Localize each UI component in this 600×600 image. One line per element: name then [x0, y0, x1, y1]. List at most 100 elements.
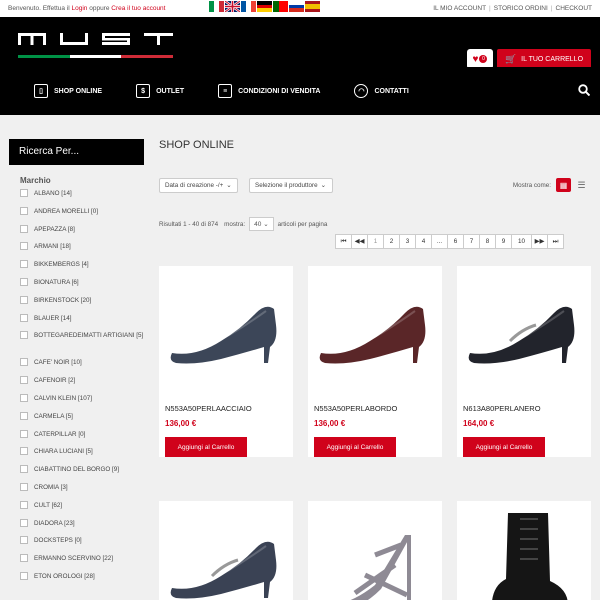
- my-account-link[interactable]: IL MIO ACCOUNT: [433, 5, 486, 12]
- italian-flag-icon[interactable]: [209, 1, 224, 12]
- brand-checkbox[interactable]: [20, 482, 28, 491]
- brand-checkbox[interactable]: [20, 224, 28, 233]
- brand-checkbox[interactable]: [20, 536, 28, 545]
- spanish-flag-icon[interactable]: [305, 1, 320, 12]
- brand-filter-item[interactable]: DIADORA [23]: [9, 518, 144, 537]
- producer-select[interactable]: Selezione il produttore ⌄: [249, 178, 333, 193]
- pagination-nav-button[interactable]: ▶▶: [531, 234, 548, 249]
- product-card[interactable]: [457, 501, 591, 600]
- product-image[interactable]: [457, 501, 591, 600]
- brand-filter-item[interactable]: DOCKSTEPS [0]: [9, 536, 144, 554]
- brand-checkbox[interactable]: [20, 206, 28, 215]
- main-nav: ▯ SHOP ONLINE $ OUTLET ≡ CONDIZIONI DI V…: [0, 67, 600, 115]
- brand-checkbox[interactable]: [20, 393, 28, 402]
- product-name[interactable]: N613A80PERLANERO: [463, 404, 591, 413]
- must-logo[interactable]: [18, 32, 174, 58]
- brand-checkbox[interactable]: [20, 554, 28, 563]
- brand-filter-item[interactable]: BIKKEMBERGS [4]: [9, 260, 144, 278]
- add-to-cart-button[interactable]: Aggiungi al Carrello: [463, 437, 545, 457]
- grid-view-icon[interactable]: ▦: [556, 178, 571, 192]
- sort-select[interactable]: Data di creazione -/+ ⌄: [159, 178, 238, 193]
- add-to-cart-button[interactable]: Aggiungi al Carrello: [314, 437, 396, 457]
- pagination-page[interactable]: 4: [415, 234, 432, 249]
- nav-contacts[interactable]: ◠ CONTATTI: [354, 84, 409, 98]
- brand-filter-item[interactable]: ARMANI [18]: [9, 242, 144, 260]
- brand-checkbox[interactable]: [20, 313, 28, 322]
- nav-outlet[interactable]: $ OUTLET: [136, 84, 184, 98]
- brand-filter-item[interactable]: APEPAZZA [8]: [9, 224, 144, 243]
- german-flag-icon[interactable]: [257, 1, 272, 13]
- brand-filter-item[interactable]: CULT [62]: [9, 500, 144, 519]
- brand-filter-item[interactable]: BOTTEGAREDEIMATTI ARTIGIANI [5]: [9, 331, 144, 358]
- product-image[interactable]: [457, 266, 591, 394]
- brand-filter-item[interactable]: ETON OROLOGI [28]: [9, 571, 144, 590]
- pagination-page[interactable]: 10: [511, 234, 532, 249]
- wishlist-button[interactable]: ♥ 0: [467, 49, 493, 69]
- brand-checkbox[interactable]: [20, 189, 28, 197]
- brand-checkbox[interactable]: [20, 500, 28, 509]
- brand-checkbox[interactable]: [20, 295, 28, 304]
- nav-shop-online[interactable]: ▯ SHOP ONLINE: [34, 84, 102, 98]
- order-history-link[interactable]: STORICO ORDINI: [494, 5, 548, 12]
- pagination-page[interactable]: 7: [463, 234, 480, 249]
- brand-checkbox[interactable]: [20, 429, 28, 438]
- product-card[interactable]: N553A50PERLABORDO 136,00 € Aggiungi al Car…: [308, 266, 442, 457]
- brand-filter-item[interactable]: CROMIA [3]: [9, 482, 144, 501]
- pagination-nav-button[interactable]: ◀◀: [351, 234, 368, 249]
- brand-filter-item[interactable]: BIONATURA [6]: [9, 277, 144, 296]
- product-card[interactable]: [159, 501, 293, 600]
- list-view-icon[interactable]: ☰: [574, 178, 589, 192]
- pagination-page[interactable]: 2: [383, 234, 400, 249]
- pagination-nav-button[interactable]: ⏭: [547, 234, 564, 249]
- portuguese-flag-icon[interactable]: [273, 1, 288, 12]
- brand-checkbox[interactable]: [20, 447, 28, 456]
- brand-filter-item[interactable]: BIRKENSTOCK [20]: [9, 295, 144, 314]
- brand-filter-item[interactable]: CIABATTINO DEL BORGO [9]: [9, 465, 144, 483]
- pagination-page[interactable]: 6: [447, 234, 464, 249]
- brand-filter-item[interactable]: ANDREA MORELLI [0]: [9, 206, 144, 225]
- brand-filter-item[interactable]: CALVIN KLEIN [107]: [9, 393, 144, 412]
- brand-checkbox[interactable]: [20, 358, 28, 367]
- brand-checkbox[interactable]: [20, 260, 28, 269]
- brand-filter-item[interactable]: ERMANNO SCERVINO [22]: [9, 554, 144, 572]
- brand-checkbox[interactable]: [20, 571, 28, 580]
- brand-filter-item[interactable]: CARMELA [5]: [9, 411, 144, 430]
- pagination-nav-button[interactable]: ⏮: [335, 234, 352, 249]
- nav-conditions[interactable]: ≡ CONDIZIONI DI VENDITA: [218, 84, 320, 98]
- product-card[interactable]: N553A50PERLAACCIAIO 136,00 € Aggiungi al C…: [159, 266, 293, 457]
- login-link[interactable]: Login: [72, 5, 88, 12]
- product-image[interactable]: [159, 266, 293, 394]
- brand-checkbox[interactable]: [20, 518, 28, 527]
- brand-checkbox[interactable]: [20, 465, 28, 474]
- product-card[interactable]: [308, 501, 442, 600]
- brand-filter-item[interactable]: CHIARA LUCIANI [5]: [9, 447, 144, 465]
- add-to-cart-button[interactable]: Aggiungi al Carrello: [165, 437, 247, 457]
- per-page-select[interactable]: 40 ⌄: [249, 217, 274, 231]
- brand-filter-item[interactable]: CAFENOIR [2]: [9, 376, 144, 394]
- russian-flag-icon[interactable]: [289, 1, 304, 13]
- brand-checkbox[interactable]: [20, 376, 28, 385]
- brand-checkbox[interactable]: [20, 277, 28, 286]
- french-flag-icon[interactable]: [241, 1, 256, 12]
- register-link[interactable]: Crea il tuo account: [111, 5, 165, 12]
- pagination-page[interactable]: 9: [495, 234, 512, 249]
- brand-checkbox[interactable]: [20, 411, 28, 420]
- product-name[interactable]: N553A50PERLABORDO: [314, 404, 442, 413]
- search-icon[interactable]: [578, 84, 591, 99]
- checkout-link[interactable]: CHECKOUT: [556, 5, 592, 12]
- brand-checkbox[interactable]: [20, 331, 28, 340]
- english-flag-icon[interactable]: [225, 1, 240, 12]
- product-card[interactable]: N613A80PERLANERO 164,00 € Aggiungi al Carr…: [457, 266, 591, 457]
- pagination-page[interactable]: 3: [399, 234, 416, 249]
- product-image[interactable]: [308, 266, 442, 394]
- brand-checkbox[interactable]: [20, 242, 28, 251]
- cart-button[interactable]: 🛒 IL TUO CARRELLO: [497, 49, 591, 69]
- brand-filter-item[interactable]: CATERPILLAR [0]: [9, 429, 144, 448]
- product-image[interactable]: [159, 501, 293, 600]
- brand-filter-item[interactable]: BLAUER [14]: [9, 313, 144, 332]
- brand-filter-item[interactable]: ALBANO [14]: [9, 189, 144, 207]
- pagination-page[interactable]: 8: [479, 234, 496, 249]
- product-name[interactable]: N553A50PERLAACCIAIO: [165, 404, 293, 413]
- product-image[interactable]: [308, 501, 442, 600]
- brand-filter-item[interactable]: CAFE' NOIR [10]: [9, 358, 144, 376]
